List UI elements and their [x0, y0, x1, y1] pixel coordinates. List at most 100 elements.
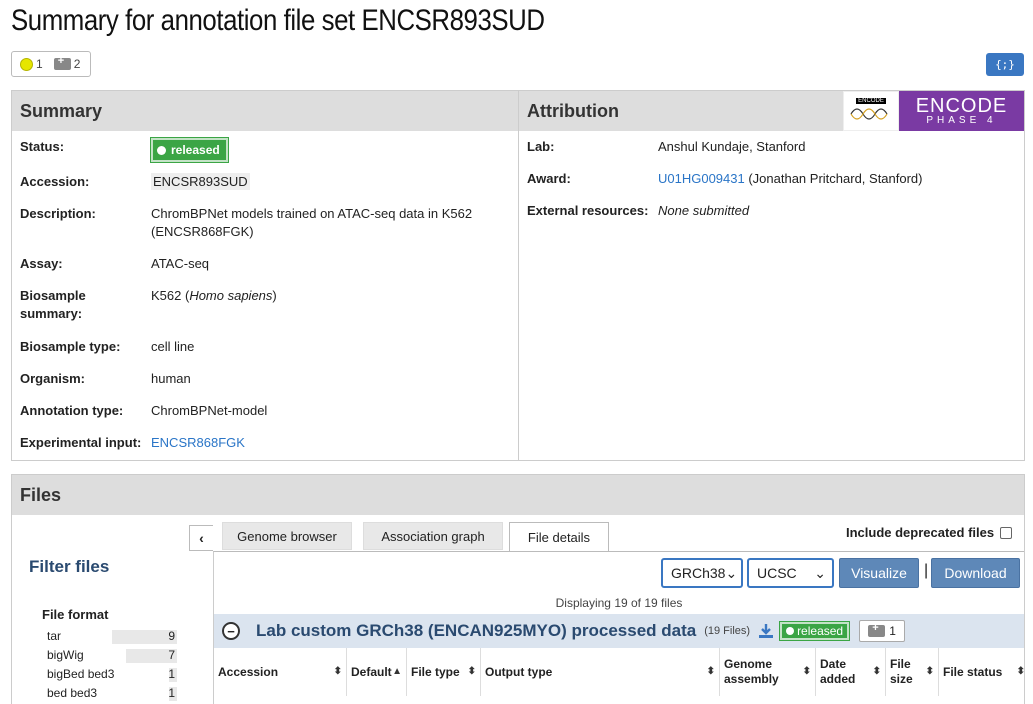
status-badge: released: [150, 137, 229, 163]
encode-phase4-logo: ENCODE ENCODE PHASE 4: [843, 91, 1024, 131]
audit-ambulance-count: 2: [73, 57, 81, 71]
assay-label: Assay:: [20, 256, 63, 271]
external-resources-value: None submitted: [658, 203, 750, 218]
assembly-select[interactable]: GRCh38 ⌄: [661, 558, 743, 588]
sort-up-icon: ▲: [392, 666, 402, 677]
external-resources-label: External resources:: [527, 203, 649, 218]
page-title: Summary for annotation file set ENCSR893…: [11, 4, 545, 37]
include-deprecated-label: Include deprecated files: [846, 525, 995, 540]
phase-logo-text: PHASE 4: [926, 115, 997, 126]
tab-association-graph[interactable]: Association graph: [363, 522, 503, 550]
column-accession[interactable]: Accession ⬍: [214, 648, 347, 696]
chevron-down-icon: ⌄: [725, 564, 738, 581]
annotation-type-label: Annotation type:: [20, 403, 124, 418]
download-icon[interactable]: [758, 623, 774, 639]
facet-label: bigWig: [47, 648, 84, 662]
facet-label: tar: [47, 629, 62, 643]
sort-icon: ⬍: [1016, 666, 1025, 677]
column-file-type[interactable]: File type ⬍: [407, 648, 481, 696]
description-label: Description:: [20, 206, 96, 221]
award-link[interactable]: U01HG009431: [658, 171, 745, 186]
yellow-audit-icon: [20, 57, 33, 71]
accession-label: Accession:: [20, 174, 90, 189]
filter-sidebar: Filter files File format tar 9 bigWig 7 bigB…: [12, 515, 213, 704]
displaying-count: Displaying 19 of 19 files: [555, 596, 683, 610]
include-deprecated-toggle[interactable]: Include deprecated files: [846, 525, 1013, 540]
sort-icon: ⬍: [802, 666, 811, 677]
dataset-status-badge: released: [779, 621, 851, 641]
tab-file-details[interactable]: File details: [509, 522, 609, 552]
description-value: ChromBPNet models trained on ATAC-seq da…: [151, 206, 473, 239]
summary-panel: Summary Status: released Accession: ENCS…: [11, 90, 1025, 461]
column-genome-assembly[interactable]: Genome assembly ⬍: [720, 648, 816, 696]
filter-files-title: Filter files: [29, 557, 110, 576]
dataset-title: Lab custom GRCh38 (ENCAN925MYO) processe…: [256, 621, 697, 640]
dataset-audit-button[interactable]: 1: [859, 620, 906, 642]
facet-count: 7: [168, 648, 175, 662]
collapse-filter-button[interactable]: ‹: [189, 525, 213, 551]
facet-item[interactable]: bigWig 7: [47, 647, 177, 663]
attribution-header: Attribution: [527, 100, 619, 121]
facet-label: bigBed bed3: [47, 667, 115, 681]
award-label: Award:: [527, 171, 571, 186]
chevron-down-icon: ⌄: [814, 564, 826, 581]
toolbar-separator: |: [924, 562, 929, 579]
files-header: Files: [20, 484, 62, 505]
summary-header: Summary: [20, 100, 103, 121]
experimental-input-link[interactable]: ENCSR868FGK: [151, 434, 511, 452]
facet-item[interactable]: bigBed bed3 1: [47, 666, 177, 682]
facet-count: 1: [168, 686, 175, 700]
file-table-header: Accession ⬍ Default ▲ File type ⬍ Output ty…: [214, 648, 1025, 696]
award-value: (Jonathan Pritchard, Stanford): [744, 171, 923, 186]
sort-icon: ⬍: [925, 666, 934, 677]
facet-item[interactable]: tar 9: [47, 628, 177, 644]
file-details-content: GRCh38 ⌄ UCSC ⌄ Visualize | Download Displ…: [213, 551, 1025, 704]
assay-value: ATAC-seq: [151, 256, 210, 271]
facet-count: 1: [168, 667, 175, 681]
biosample-type-value: cell line: [151, 339, 195, 354]
column-default[interactable]: Default ▲: [347, 648, 407, 696]
json-button[interactable]: {;}: [986, 53, 1024, 76]
biosample-summary-label: Biosample summary:: [20, 288, 86, 321]
download-button[interactable]: Download: [931, 558, 1020, 588]
facet-bar: [112, 630, 177, 644]
attribution-section: Attribution ENCODE ENCODE PHASE 4 Lab: A…: [519, 91, 1024, 460]
collapse-dataset-icon[interactable]: −: [222, 622, 240, 640]
column-file-size[interactable]: File size ⬍: [886, 648, 939, 696]
organism-label: Organism:: [20, 371, 86, 386]
ambulance-icon: [53, 55, 71, 70]
biosample-type-label: Biosample type:: [20, 339, 121, 354]
column-file-status[interactable]: File status ⬍: [939, 648, 1029, 696]
dataset-file-count: (19 Files): [704, 625, 751, 637]
status-dot-icon: [157, 145, 166, 155]
organism-value: human: [151, 371, 191, 386]
include-deprecated-checkbox[interactable]: [1000, 526, 1013, 539]
experimental-input-label: Experimental input:: [20, 435, 142, 450]
files-panel: Files Filter files File format tar 9 bigWi…: [11, 474, 1025, 704]
tab-genome-browser[interactable]: Genome browser: [222, 522, 352, 550]
encode-logo-text: ENCODE: [915, 95, 1008, 117]
dataset-header: − Lab custom GRCh38 (ENCAN925MYO) proces…: [214, 614, 1024, 648]
facet-count: 9: [168, 629, 175, 643]
audit-yellow-count: 1: [36, 57, 43, 71]
status-dot-icon: [786, 627, 795, 635]
summary-section: Summary Status: released Accession: ENCS…: [12, 91, 519, 460]
column-date-added[interactable]: Date added ⬍: [816, 648, 886, 696]
lab-value: Anshul Kundaje, Stanford: [658, 139, 806, 154]
facet-item[interactable]: bed bed3 1: [47, 685, 177, 701]
sort-icon: ⬍: [467, 666, 476, 677]
annotation-type-value: ChromBPNet-model: [151, 403, 268, 418]
sort-icon: ⬍: [706, 666, 715, 677]
audit-indicator[interactable]: 1 2: [11, 51, 91, 77]
column-output-type[interactable]: Output type ⬍: [481, 648, 720, 696]
lab-label: Lab:: [527, 139, 555, 154]
visualize-button[interactable]: Visualize: [839, 558, 919, 588]
accession-value: ENCSR893SUD: [151, 173, 250, 190]
biosample-summary-value: K562 (Homo sapiens): [151, 288, 277, 303]
sort-icon: ⬍: [333, 666, 342, 677]
file-format-facet-title: File format: [42, 607, 109, 622]
encode-dna-logo: ENCODE: [843, 91, 899, 131]
browser-select[interactable]: UCSC ⌄: [747, 558, 834, 588]
ambulance-icon: [868, 622, 886, 637]
sort-icon: ⬍: [872, 666, 881, 677]
